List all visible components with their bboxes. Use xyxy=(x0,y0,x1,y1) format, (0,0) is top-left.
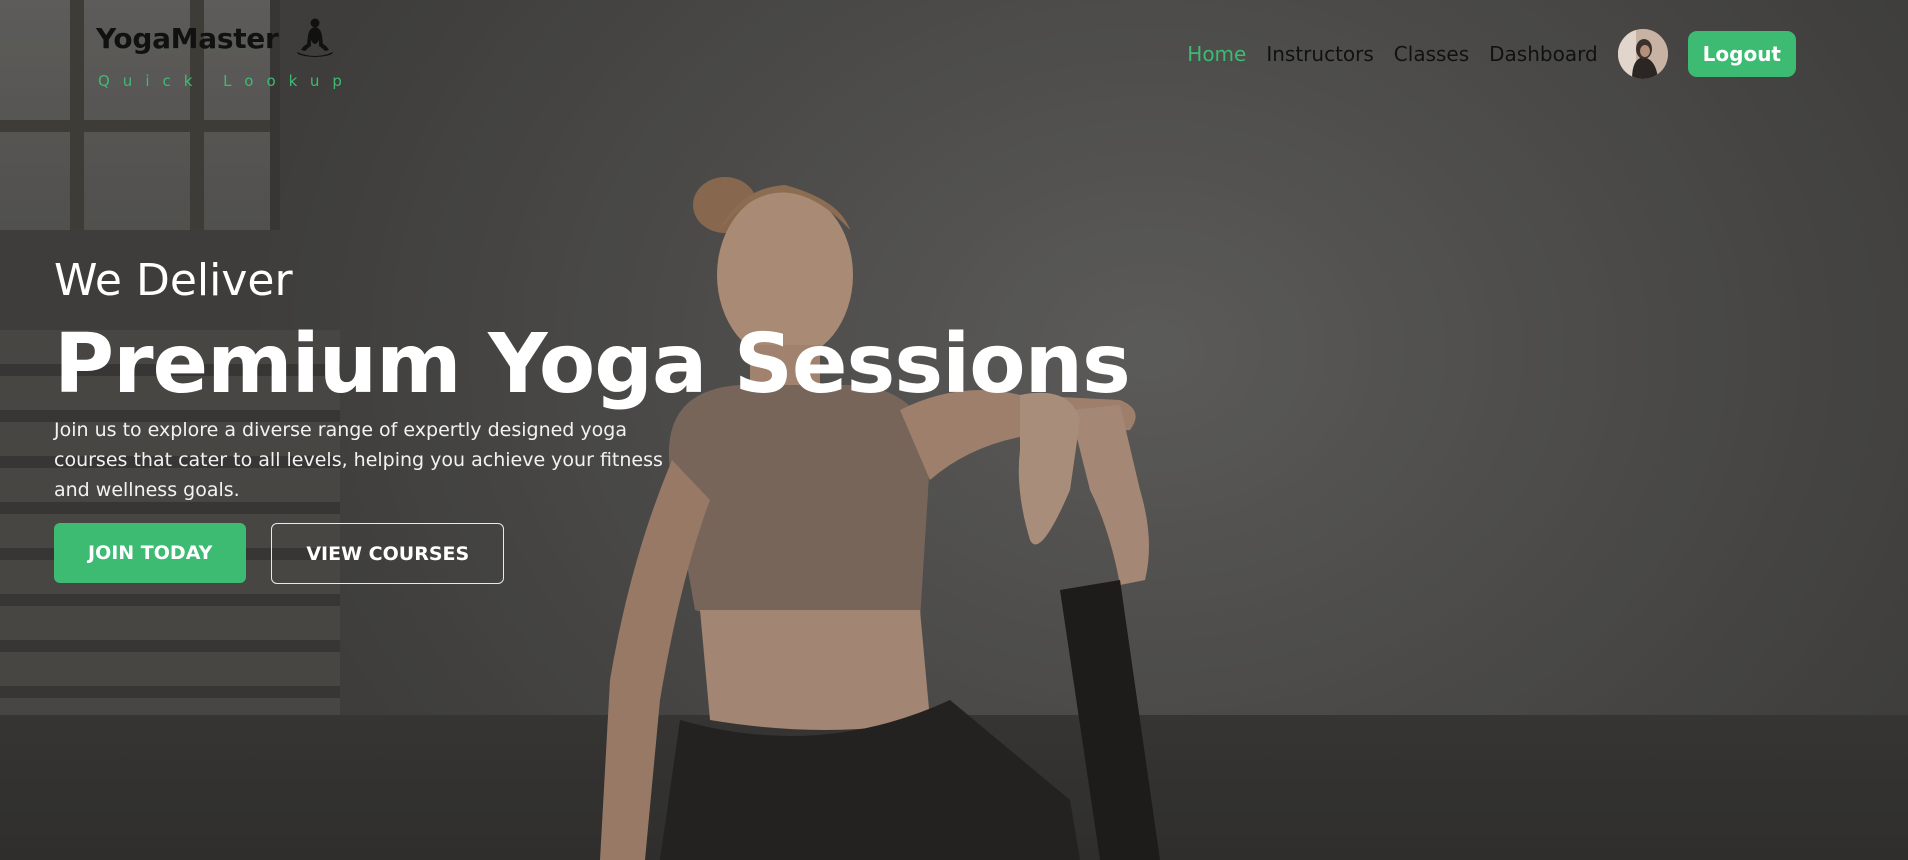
main-nav: Home Instructors Classes Dashboard Logou… xyxy=(1187,29,1796,79)
brand[interactable]: YogaMaster Quick Lookup xyxy=(96,16,355,90)
hero-section: We Deliver Premium Yoga Sessions Join us… xyxy=(54,253,1154,584)
hero-pre-title: We Deliver xyxy=(54,255,293,306)
join-today-button[interactable]: JOIN TODAY xyxy=(54,523,247,583)
site-header: YogaMaster Quick Lookup Home Instructors… xyxy=(0,0,1908,100)
hero-actions: JOIN TODAY VIEW COURSES xyxy=(54,523,1154,584)
nav-classes[interactable]: Classes xyxy=(1394,42,1469,66)
page: YogaMaster Quick Lookup Home Instructors… xyxy=(0,0,1908,860)
nav-instructors[interactable]: Instructors xyxy=(1266,42,1373,66)
user-avatar[interactable] xyxy=(1617,29,1668,79)
meditation-figure-icon xyxy=(293,16,337,60)
view-courses-button[interactable]: VIEW COURSES xyxy=(271,523,505,584)
hero-title: Premium Yoga Sessions xyxy=(54,317,1131,412)
nav-home[interactable]: Home xyxy=(1187,42,1246,66)
hero-description: Join us to explore a diverse range of ex… xyxy=(54,419,663,501)
logout-button[interactable]: Logout xyxy=(1687,31,1796,77)
brand-tagline: Quick Lookup xyxy=(98,72,355,90)
brand-name: YogaMaster xyxy=(96,21,279,55)
brand-row: YogaMaster xyxy=(96,16,355,60)
nav-dashboard[interactable]: Dashboard xyxy=(1489,42,1598,66)
